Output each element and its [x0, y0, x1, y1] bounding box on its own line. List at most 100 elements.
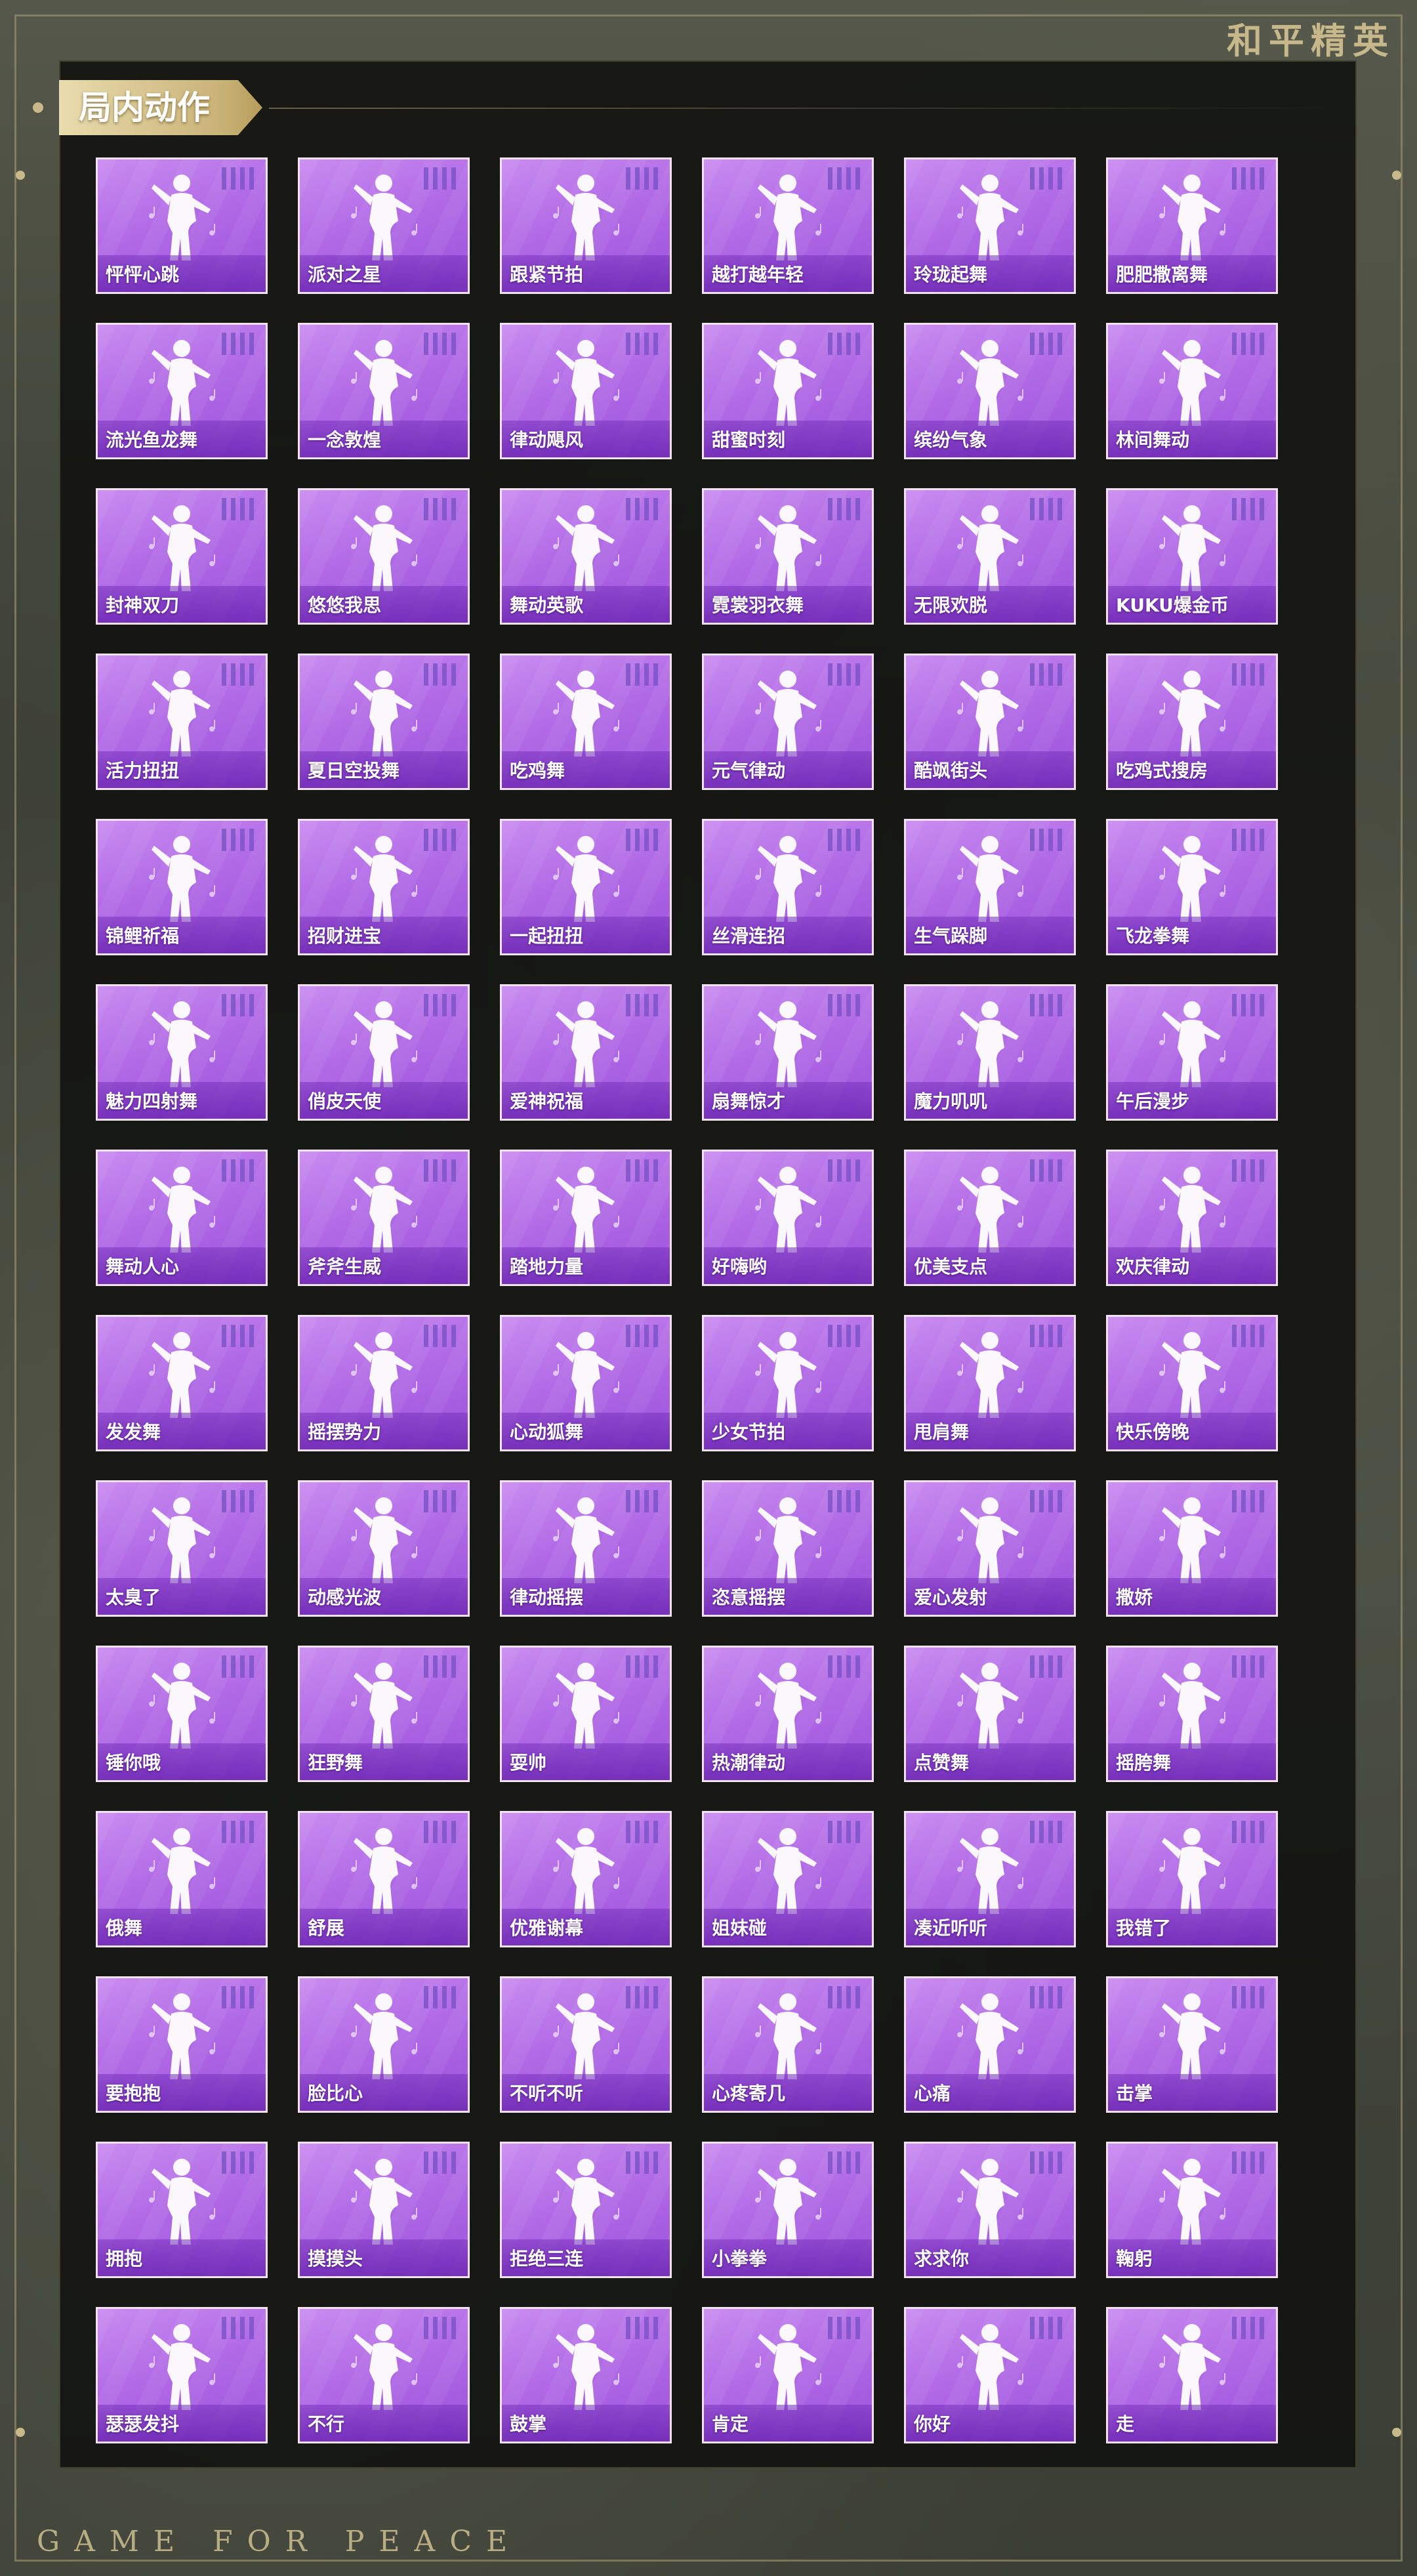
action-card[interactable]: 生气跺脚 [904, 819, 1076, 955]
action-card[interactable]: 快乐傍晚 [1106, 1315, 1278, 1451]
action-card[interactable]: 你好 [904, 2307, 1076, 2443]
action-card[interactable]: 霓裳羽衣舞 [702, 488, 874, 625]
action-card[interactable]: 爱心发射 [904, 1480, 1076, 1617]
action-card[interactable]: 鞠躬 [1106, 2142, 1278, 2278]
action-card[interactable]: 走 [1106, 2307, 1278, 2443]
frame-dot-icon [16, 2428, 25, 2437]
action-card[interactable]: KUKU爆金币 [1106, 488, 1278, 625]
action-label: 拒绝三连 [510, 2248, 584, 2270]
action-card[interactable]: 魅力四射舞 [96, 984, 268, 1121]
action-card[interactable]: 怦怦心跳 [96, 157, 268, 294]
action-card[interactable]: 恣意摇摆 [702, 1480, 874, 1617]
dancer-silhouette-icon [951, 997, 1029, 1089]
action-card[interactable]: 肯定 [702, 2307, 874, 2443]
action-card[interactable]: 瑟瑟发抖 [96, 2307, 268, 2443]
action-card[interactable]: 热潮律动 [702, 1646, 874, 1782]
action-label: 你好 [914, 2413, 951, 2435]
rarity-bars-icon [1232, 994, 1264, 1016]
action-card[interactable]: 姐妹碰 [702, 1811, 874, 1947]
action-card[interactable]: 摇胯舞 [1106, 1646, 1278, 1782]
action-card[interactable]: 锦鲤祈福 [96, 819, 268, 955]
action-card[interactable]: 心动狐舞 [500, 1315, 672, 1451]
action-card[interactable]: 悠悠我思 [298, 488, 470, 625]
action-card[interactable]: 夏日空投舞 [298, 654, 470, 790]
action-card[interactable]: 心痛 [904, 1976, 1076, 2113]
action-card[interactable]: 拥抱 [96, 2142, 268, 2278]
action-card[interactable]: 摸摸头 [298, 2142, 470, 2278]
action-card[interactable]: 鼓掌 [500, 2307, 672, 2443]
action-card[interactable]: 跟紧节拍 [500, 157, 672, 294]
action-card[interactable]: 不听不听 [500, 1976, 672, 2113]
action-card[interactable]: 酷飒街头 [904, 654, 1076, 790]
action-card[interactable]: 求求你 [904, 2142, 1076, 2278]
action-card[interactable]: 越打越年轻 [702, 157, 874, 294]
action-card[interactable]: 要抱抱 [96, 1976, 268, 2113]
action-card[interactable]: 扇舞惊才 [702, 984, 874, 1121]
action-label: 肥肥撒离舞 [1116, 264, 1208, 285]
action-card[interactable]: 凑近听听 [904, 1811, 1076, 1947]
dancer-silhouette-icon [142, 335, 221, 427]
action-card[interactable]: 发发舞 [96, 1315, 268, 1451]
action-card[interactable]: 舞动英歌 [500, 488, 672, 625]
action-card[interactable]: 流光鱼龙舞 [96, 323, 268, 459]
action-card[interactable]: 一念敦煌 [298, 323, 470, 459]
action-card[interactable]: 少女节拍 [702, 1315, 874, 1451]
action-card[interactable]: 动感光波 [298, 1480, 470, 1617]
action-card[interactable]: 爱神祝福 [500, 984, 672, 1121]
action-card[interactable]: 午后漫步 [1106, 984, 1278, 1121]
dancer-silhouette-icon [142, 2154, 221, 2246]
action-card[interactable]: 吃鸡式搜房 [1106, 654, 1278, 790]
action-card[interactable]: 小拳拳 [702, 2142, 874, 2278]
action-card[interactable]: 脸比心 [298, 1976, 470, 2113]
action-card[interactable]: 活力扭扭 [96, 654, 268, 790]
action-card[interactable]: 优美支点 [904, 1150, 1076, 1286]
action-card[interactable]: 魔力叽叽 [904, 984, 1076, 1121]
action-card[interactable]: 心疼寄几 [702, 1976, 874, 2113]
action-card[interactable]: 摇摆势力 [298, 1315, 470, 1451]
action-card[interactable]: 斧斧生威 [298, 1150, 470, 1286]
action-card[interactable]: 俏皮天使 [298, 984, 470, 1121]
action-card[interactable]: 我错了 [1106, 1811, 1278, 1947]
action-card[interactable]: 吃鸡舞 [500, 654, 672, 790]
action-card[interactable]: 玲珑起舞 [904, 157, 1076, 294]
action-card[interactable]: 锤你哦 [96, 1646, 268, 1782]
action-card[interactable]: 派对之星 [298, 157, 470, 294]
action-card[interactable]: 撒娇 [1106, 1480, 1278, 1617]
action-card[interactable]: 踏地力量 [500, 1150, 672, 1286]
rarity-bars-icon [1232, 333, 1264, 355]
action-card[interactable]: 林间舞动 [1106, 323, 1278, 459]
action-card[interactable]: 飞龙拳舞 [1106, 819, 1278, 955]
action-label: 律动飓风 [510, 429, 584, 451]
action-card[interactable]: 不行 [298, 2307, 470, 2443]
action-card[interactable]: 欢庆律动 [1106, 1150, 1278, 1286]
action-card[interactable]: 丝滑连招 [702, 819, 874, 955]
rarity-bars-icon [626, 1325, 658, 1347]
action-card[interactable]: 甜蜜时刻 [702, 323, 874, 459]
action-card[interactable]: 舒展 [298, 1811, 470, 1947]
action-card[interactable]: 甩肩舞 [904, 1315, 1076, 1451]
action-card[interactable]: 优雅谢幕 [500, 1811, 672, 1947]
action-card[interactable]: 点赞舞 [904, 1646, 1076, 1782]
dancer-silhouette-icon [749, 1327, 827, 1419]
action-card[interactable]: 耍帅 [500, 1646, 672, 1782]
rarity-bars-icon [1030, 663, 1062, 686]
action-card[interactable]: 狂野舞 [298, 1646, 470, 1782]
action-card[interactable]: 好嗨哟 [702, 1150, 874, 1286]
action-card[interactable]: 无限欢脱 [904, 488, 1076, 625]
action-card[interactable]: 击掌 [1106, 1976, 1278, 2113]
action-card[interactable]: 舞动人心 [96, 1150, 268, 1286]
action-card[interactable]: 封神双刀 [96, 488, 268, 625]
rarity-bars-icon [828, 1159, 860, 1182]
action-card[interactable]: 一起扭扭 [500, 819, 672, 955]
action-card[interactable]: 太臭了 [96, 1480, 268, 1617]
action-card[interactable]: 拒绝三连 [500, 2142, 672, 2278]
dancer-silhouette-icon [344, 831, 423, 923]
action-card[interactable]: 招财进宝 [298, 819, 470, 955]
dancer-silhouette-icon [344, 2319, 423, 2411]
action-card[interactable]: 律动飓风 [500, 323, 672, 459]
action-card[interactable]: 缤纷气象 [904, 323, 1076, 459]
action-card[interactable]: 俄舞 [96, 1811, 268, 1947]
action-card[interactable]: 元气律动 [702, 654, 874, 790]
action-card[interactable]: 律动摇摆 [500, 1480, 672, 1617]
action-card[interactable]: 肥肥撒离舞 [1106, 157, 1278, 294]
